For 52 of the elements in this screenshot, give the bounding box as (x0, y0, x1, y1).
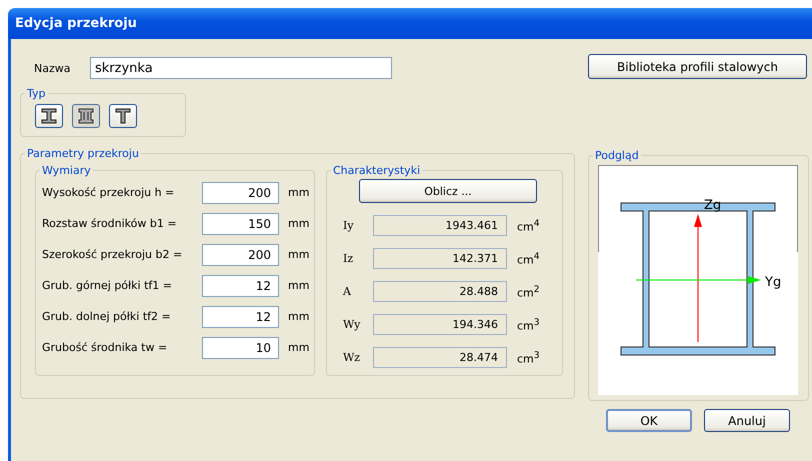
section-type-button[interactable] (72, 104, 100, 128)
dimension-field[interactable]: 12 (202, 306, 279, 328)
dimension-field[interactable]: 150 (202, 212, 279, 234)
dimension-label: Grubość środnika tw = (42, 341, 168, 354)
unit-label: mm (288, 310, 310, 323)
dimension-label: Szerokość przekroju b2 = (42, 248, 184, 261)
unit-label: cm$^{3}$ (517, 350, 540, 366)
unit-label: mm (288, 217, 310, 230)
property-value-field: 142.371 (373, 248, 507, 269)
dimension-field[interactable]: 12 (202, 274, 279, 296)
unit-label: cm$^{2}$ (517, 284, 540, 300)
property-label: Iz (343, 252, 354, 265)
dialog-button[interactable]: Anuluj (704, 409, 790, 432)
calculate-button[interactable]: Oblicz ... (359, 179, 537, 203)
unit-label: cm$^{4}$ (517, 250, 540, 266)
property-value-field: 1943.461 (373, 215, 507, 236)
group-title: Podgląd (594, 149, 640, 162)
property-value-field: 28.474 (373, 347, 507, 368)
dimension-field[interactable]: 200 (202, 182, 279, 204)
property-label: A (343, 285, 352, 298)
name-label: Nazwa (33, 62, 72, 74)
library-button[interactable]: Biblioteka profili stalowych (588, 54, 807, 79)
group-title: Parametry przekroju (26, 147, 140, 160)
property-label: Wz (343, 351, 362, 364)
property-value-field: 194.346 (373, 314, 507, 335)
dimension-label: Grub. dolnej półki tf2 = (42, 310, 172, 323)
dimension-label: Rozstaw środników b1 = (42, 217, 178, 230)
unit-label: mm (288, 186, 310, 199)
property-label: Wy (343, 318, 362, 331)
dimension-label: Wysokość przekroju h = (42, 186, 176, 199)
unit-label: mm (288, 279, 310, 292)
section-type-button[interactable] (35, 104, 63, 128)
group-title: Typ (26, 87, 46, 100)
dialog-button[interactable]: OK (606, 409, 692, 432)
group-title: Wymiary (41, 164, 92, 177)
property-value-field: 28.488 (373, 281, 507, 302)
dimension-label: Grub. górnej półki tf1 = (42, 279, 173, 292)
group-title: Charakterystyki (332, 164, 422, 177)
window-title: Edycja przekroju (15, 16, 137, 31)
y-axis-label: Yg (765, 275, 782, 290)
i-beam-icon (42, 108, 56, 124)
unit-label: mm (288, 341, 310, 354)
unit-label: cm$^{3}$ (517, 316, 540, 332)
unit-label: cm$^{4}$ (517, 218, 540, 234)
name-field[interactable]: skrzynka (90, 57, 392, 79)
unit-label: mm (288, 248, 310, 261)
tee-section-icon (116, 108, 130, 124)
dimension-field[interactable]: 10 (202, 336, 279, 358)
property-label: Iy (343, 219, 355, 232)
section-type-button[interactable] (109, 104, 137, 128)
dimension-field[interactable]: 200 (202, 244, 279, 266)
box-section-icon (78, 108, 94, 124)
